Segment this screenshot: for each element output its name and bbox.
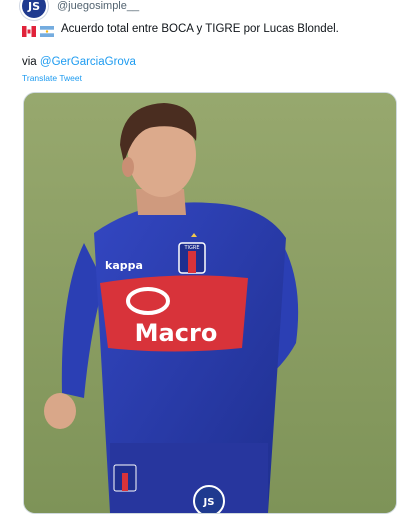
club-crest-text: TIGRE <box>183 245 199 251</box>
kit-brand-text: kappa <box>105 259 143 272</box>
tweet-text: Acuerdo total entre BOCA y TIGRE por Luc… <box>61 23 339 35</box>
tweet-header: JS @juegosimple__ <box>22 0 139 18</box>
author-handle[interactable]: @juegosimple__ <box>57 0 139 12</box>
player-photo: Macro kappa TIGRE JS <box>24 93 396 513</box>
avatar[interactable]: JS <box>22 0 46 18</box>
red-white-flag-icon <box>22 24 36 37</box>
watermark-text: JS <box>203 497 215 508</box>
translate-tweet-link[interactable]: Translate Tweet <box>22 73 82 83</box>
tweet-media-photo[interactable]: Macro kappa TIGRE JS <box>23 92 397 514</box>
via-label: via <box>22 56 37 68</box>
sponsor-text: Macro <box>135 319 218 347</box>
tweet-body: Acuerdo total entre BOCA y TIGRE por Luc… <box>22 23 339 37</box>
argentina-flag-icon <box>40 24 54 37</box>
via-line: via @GerGarciaGrova <box>22 56 136 68</box>
tweet-card[interactable]: JS @juegosimple__ Acuerdo total entre BO… <box>0 0 412 514</box>
mention-link[interactable]: @GerGarciaGrova <box>40 56 136 68</box>
